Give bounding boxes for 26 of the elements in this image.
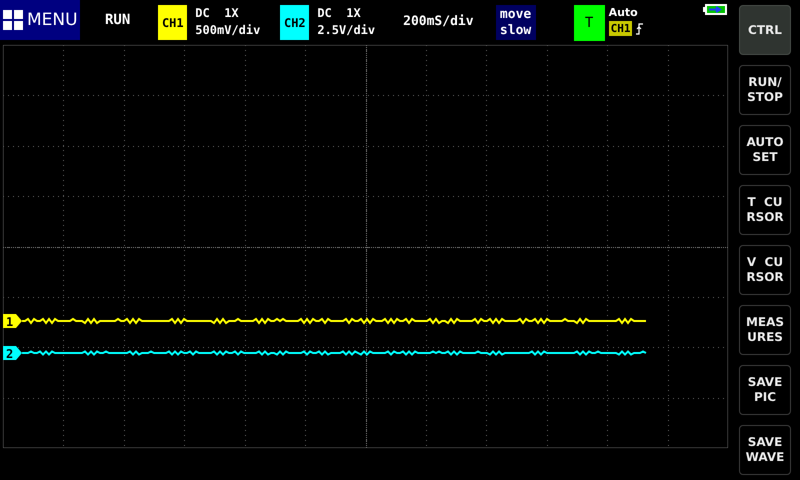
side-button[interactable]: SAVE PIC (739, 365, 791, 415)
coupling-label: DC 1X (317, 5, 362, 22)
move-mode-button[interactable]: move slow (496, 5, 536, 40)
battery-icon (703, 4, 727, 15)
side-button[interactable]: T CU RSOR (739, 185, 791, 235)
channel-marker[interactable]: 1 (3, 314, 22, 329)
trigger-badge[interactable]: T (574, 5, 605, 41)
side-button[interactable]: MEAS URES (739, 305, 791, 355)
side-button[interactable]: V CU RSOR (739, 245, 791, 295)
menu-button[interactable]: MENU (0, 0, 80, 40)
run-status: RUN (105, 12, 130, 28)
side-button[interactable]: SAVE WAVE (739, 425, 791, 475)
trigger-mode: Auto (608, 6, 639, 19)
scale-label: 500mV/div (195, 22, 260, 39)
side-button[interactable]: CTRL (739, 5, 791, 55)
channel-badge[interactable]: CH1 (158, 5, 188, 40)
channel-marker[interactable]: 2 (3, 346, 22, 361)
side-button[interactable]: RUN/ STOP (739, 65, 791, 115)
timebase-label: 200mS/div (403, 14, 474, 29)
side-button[interactable]: AUTO SET (739, 125, 791, 175)
scale-label: 2.5V/div (317, 22, 376, 39)
trigger-source: CH1 (608, 21, 632, 36)
rising-edge-icon (636, 22, 644, 34)
channel-badge[interactable]: CH2 (280, 5, 310, 40)
grid-icon (3, 10, 23, 30)
coupling-label: DC 1X (195, 5, 240, 22)
